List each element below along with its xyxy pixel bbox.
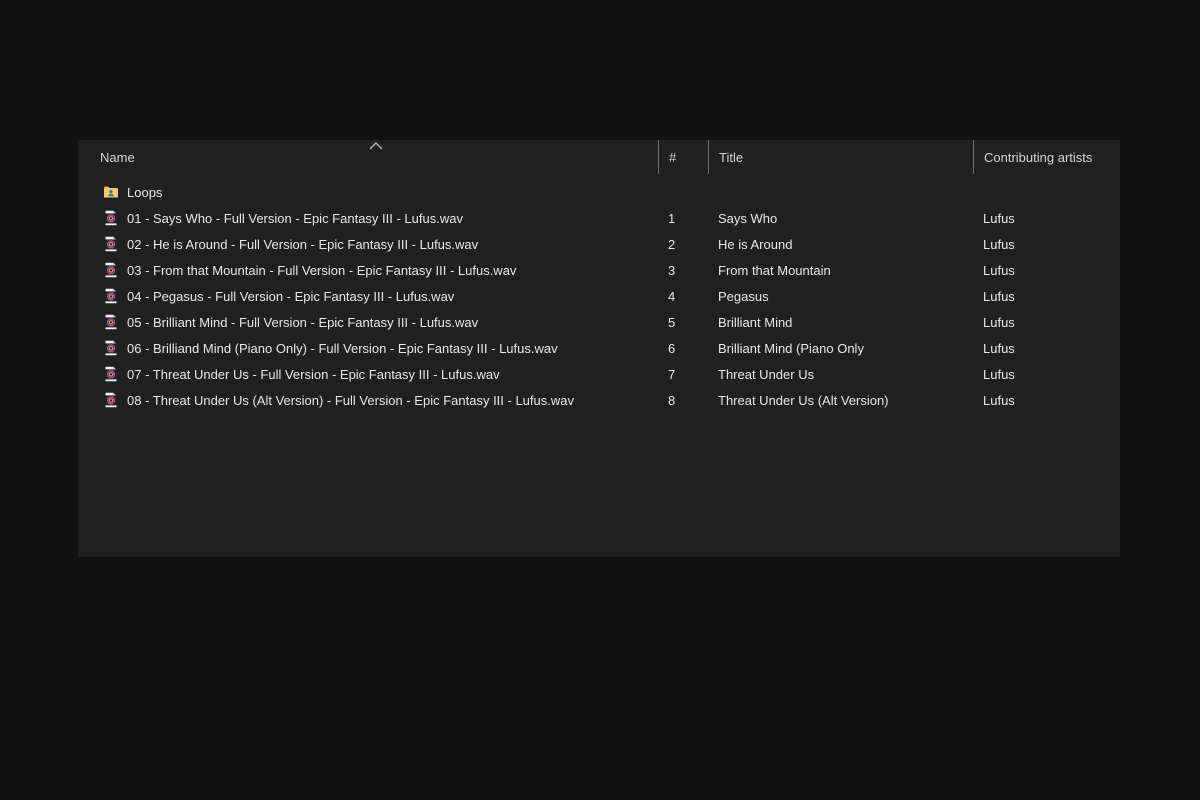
track-artist: Lufus: [983, 366, 1015, 382]
track-number: 6: [668, 340, 676, 356]
folder-row[interactable]: Loops: [78, 179, 1120, 205]
file-row[interactable]: 02 - He is Around - Full Version - Epic …: [78, 231, 1120, 257]
column-header-number[interactable]: #: [658, 140, 708, 174]
file-row[interactable]: 05 - Brilliant Mind - Full Version - Epi…: [78, 309, 1120, 335]
file-name: 03 - From that Mountain - Full Version -…: [127, 262, 517, 278]
track-artist: Lufus: [983, 288, 1015, 304]
file-row[interactable]: 03 - From that Mountain - Full Version -…: [78, 257, 1120, 283]
track-number: 2: [668, 236, 676, 252]
file-name: 04 - Pegasus - Full Version - Epic Fanta…: [127, 288, 455, 304]
file-name: 05 - Brilliant Mind - Full Version - Epi…: [127, 314, 479, 330]
track-number: 8: [668, 392, 676, 408]
file-row[interactable]: 07 - Threat Under Us - Full Version - Ep…: [78, 361, 1120, 387]
track-number: 7: [668, 366, 676, 382]
track-artist: Lufus: [983, 262, 1015, 278]
file-row[interactable]: 01 - Says Who - Full Version - Epic Fant…: [78, 205, 1120, 231]
column-headers: Name # Title Contributing artists: [78, 140, 1120, 174]
track-title: From that Mountain: [718, 262, 831, 278]
track-title: Threat Under Us: [718, 366, 815, 382]
audio-file-icon: [103, 288, 119, 304]
file-name: 02 - He is Around - Full Version - Epic …: [127, 236, 479, 252]
file-row[interactable]: 04 - Pegasus - Full Version - Epic Fanta…: [78, 283, 1120, 309]
file-list: Loops 01 - Says Who - Full Version - Epi…: [78, 179, 1120, 413]
track-artist: Lufus: [983, 236, 1015, 252]
column-header-title[interactable]: Title: [708, 140, 973, 174]
track-number: 3: [668, 262, 676, 278]
file-name: 06 - Brilliand Mind (Piano Only) - Full …: [127, 340, 558, 356]
sort-ascending-icon[interactable]: [368, 141, 384, 151]
file-name: 07 - Threat Under Us - Full Version - Ep…: [127, 366, 500, 382]
file-row[interactable]: 08 - Threat Under Us (Alt Version) - Ful…: [78, 387, 1120, 413]
audio-file-icon: [103, 340, 119, 356]
audio-file-icon: [103, 210, 119, 226]
audio-file-icon: [103, 366, 119, 382]
file-row[interactable]: 06 - Brilliand Mind (Piano Only) - Full …: [78, 335, 1120, 361]
file-list-panel: Name # Title Contributing artists Loops: [78, 140, 1120, 557]
track-number: 5: [668, 314, 676, 330]
track-artist: Lufus: [983, 314, 1015, 330]
track-artist: Lufus: [983, 340, 1015, 356]
audio-file-icon: [103, 262, 119, 278]
track-title: He is Around: [718, 236, 793, 252]
track-title: Threat Under Us (Alt Version): [718, 392, 889, 408]
track-title: Says Who: [718, 210, 778, 226]
track-number: 1: [668, 210, 676, 226]
column-header-artists[interactable]: Contributing artists: [973, 140, 1120, 174]
file-name: 08 - Threat Under Us (Alt Version) - Ful…: [127, 392, 574, 408]
audio-file-icon: [103, 236, 119, 252]
file-name: 01 - Says Who - Full Version - Epic Fant…: [127, 210, 463, 226]
track-artist: Lufus: [983, 210, 1015, 226]
shared-folder-icon: [103, 184, 119, 200]
track-title: Brilliant Mind (Piano Only: [718, 340, 864, 356]
audio-file-icon: [103, 314, 119, 330]
track-title: Brilliant Mind: [718, 314, 793, 330]
folder-name: Loops: [127, 184, 163, 200]
track-title: Pegasus: [718, 288, 769, 304]
track-number: 4: [668, 288, 676, 304]
track-artist: Lufus: [983, 392, 1015, 408]
audio-file-icon: [103, 392, 119, 408]
